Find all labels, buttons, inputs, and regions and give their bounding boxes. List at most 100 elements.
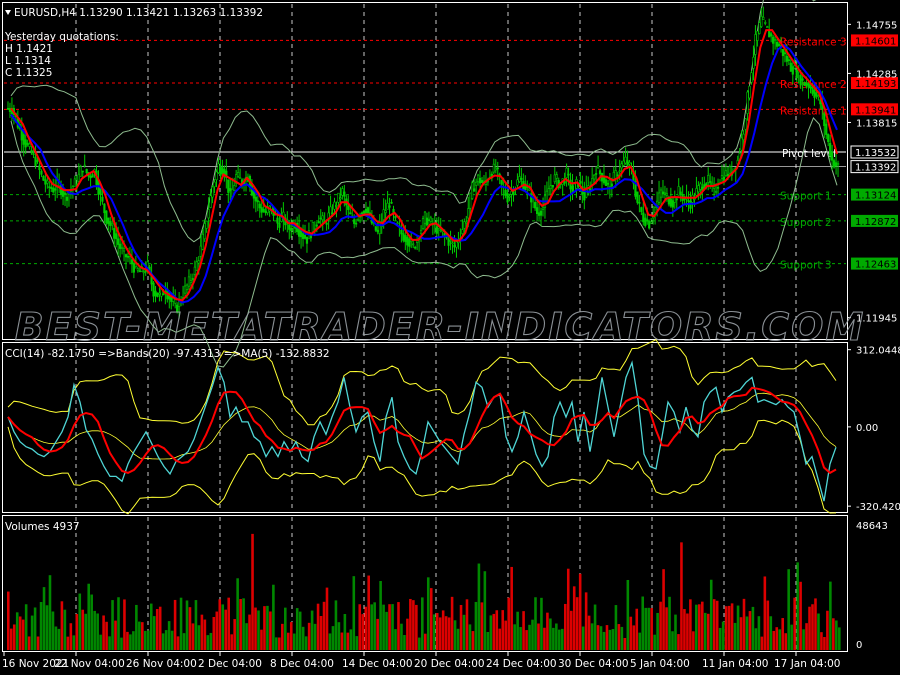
candle-body [30,149,33,154]
volume-bar [763,576,767,650]
volume-bar [304,636,308,650]
volume-bar [644,607,647,650]
volume-bar [647,607,650,650]
candle-body [553,174,556,183]
candle-body [665,193,669,196]
candle-body [357,219,360,221]
price-axis-label: 1.13815 [856,118,897,129]
volume-panel-title: Volumes 4937 [5,521,80,533]
candle-body [333,201,336,210]
candle-body [366,207,370,213]
volume-bar [239,599,242,650]
candle-body [71,186,75,190]
volume-bar [608,629,612,650]
volume-bar [683,609,686,650]
candle-body [516,179,519,186]
support-price-tag-label: 1.12463 [855,260,896,271]
time-axis-label: 22 Nov 04:00 [54,658,125,670]
volume-bar [620,626,624,650]
candle-body [675,198,678,201]
resistance-price-tag-label: 1.14601 [855,36,896,47]
candle-body [414,246,417,249]
volume-bar [668,596,671,650]
volume-bar [367,575,370,650]
candle-body [764,22,767,24]
volume-bar [9,628,13,650]
candle-body [836,162,840,166]
candle-body [374,226,377,231]
volume-bar [757,616,761,650]
volume-bar [120,637,123,650]
volume-bar [170,630,174,650]
volume-bar [301,626,305,650]
volume-bar [328,633,332,650]
candle-body [669,198,672,207]
candle-body [646,219,649,222]
volume-bar [572,586,576,650]
volume-bar [129,634,132,650]
cci-axis-label: -320.4205 [856,502,900,513]
candle-body [103,203,106,214]
candle-body [622,160,625,166]
volume-bar [501,610,505,650]
volume-bar [108,636,111,650]
volume-bar [760,636,764,650]
time-axis-label: 11 Jan 04:00 [702,658,768,670]
candle-body [616,174,619,177]
volume-bar [829,581,832,650]
volume-bar [659,601,662,650]
volume-bar [221,604,225,650]
candle-body [760,15,763,27]
candle-body [406,236,409,246]
volume-bar [188,607,192,650]
volume-bar [695,604,698,650]
volume-bar [260,629,263,650]
candle-body [547,188,550,196]
volume-bar [144,630,147,650]
candle-body [618,170,621,173]
candle-body [512,191,515,196]
candle-body [551,184,554,188]
volume-bar [69,623,73,650]
time-axis-label: 24 Dec 04:00 [486,658,557,670]
candle-body [191,278,194,280]
volume-bar [546,612,549,650]
volume-bar [269,611,272,650]
volume-bar [313,623,317,650]
time-axis-label: 5 Jan 04:00 [630,658,690,670]
candle-body [162,293,165,296]
candle-body [174,299,177,304]
volume-bar [146,630,150,650]
candle-body [695,188,698,196]
volume-bar [197,625,201,650]
volume-bar [164,630,168,650]
candle-body [823,113,826,127]
candle-body [172,298,175,302]
volume-bar [132,631,135,650]
metatrader-chart-window[interactable]: Resistance 3 1.14601Resistance 2 1.14193Re… [0,0,900,675]
volume-bar [173,599,177,650]
volume-bar [462,614,466,650]
candle-body [711,182,714,186]
volume-bar [519,627,522,650]
candle-body [154,290,157,297]
volume-bar [799,581,802,650]
volume-bar [450,596,454,650]
volume-bar [418,637,421,650]
volume-bar [39,602,43,650]
volume-bar [349,629,353,650]
candle-body [520,178,523,180]
candle-body [187,276,191,287]
candle-body [724,170,728,176]
candle-body [748,85,751,99]
volume-bar [394,629,397,650]
candle-body [42,175,45,181]
candle-body [654,207,657,214]
candle-body [689,200,692,209]
candle-body [81,170,84,173]
volume-bar [152,616,156,650]
candle-body [740,137,743,151]
candle-body [201,233,204,250]
volume-bar [730,603,734,650]
volume-bar [629,616,633,650]
